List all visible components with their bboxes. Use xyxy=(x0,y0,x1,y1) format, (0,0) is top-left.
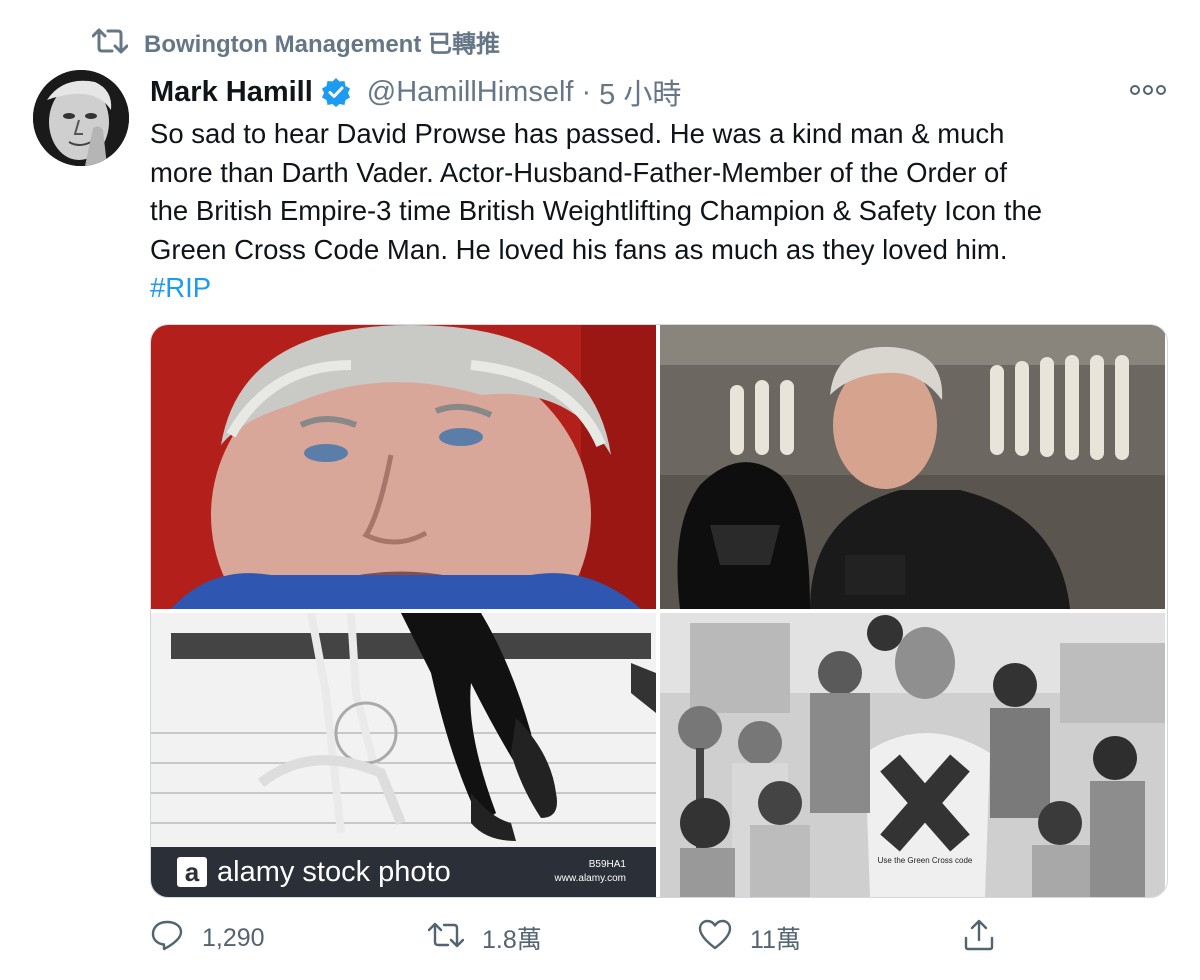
media-grid: a alamy stock photo B59HA1 www.alamy.com… xyxy=(150,324,1168,898)
reply-button[interactable]: 1,290 xyxy=(150,918,265,959)
share-button[interactable] xyxy=(962,918,996,959)
action-bar: 1,290 1.8萬 11萬 xyxy=(150,916,1010,960)
author-name[interactable]: Mark Hamill xyxy=(150,76,313,109)
retweet-banner-text[interactable]: Bowington Management 已轉推 xyxy=(144,24,500,59)
like-count: 11萬 xyxy=(750,926,801,954)
photo-1[interactable] xyxy=(151,325,656,609)
photo-4[interactable]: Use the Green Cross code xyxy=(660,613,1165,897)
retweet-action-icon xyxy=(427,920,465,957)
like-button[interactable]: 11萬 xyxy=(698,919,801,958)
alamy-meta: B59HA1 www.alamy.com xyxy=(555,858,627,886)
avatar[interactable] xyxy=(33,70,129,166)
hashtag-link[interactable]: #RIP xyxy=(150,272,211,303)
more-options-icon[interactable] xyxy=(1124,76,1172,104)
retweet-icon xyxy=(92,26,128,56)
alamy-logo: a xyxy=(177,857,207,887)
author-handle[interactable]: @HamillHimself xyxy=(367,76,574,109)
share-icon xyxy=(962,918,996,959)
tweet-header: Mark Hamill @HamillHimself · 5 小時 xyxy=(150,70,1100,114)
retweet-button[interactable]: 1.8萬 xyxy=(427,920,542,957)
verified-badge-icon xyxy=(321,77,351,107)
photo-2[interactable] xyxy=(660,325,1165,609)
alamy-text: alamy stock photo xyxy=(217,855,451,888)
retweet-count: 1.8萬 xyxy=(482,926,542,954)
reply-count: 1,290 xyxy=(202,923,265,952)
retweet-banner: Bowington Management 已轉推 xyxy=(92,24,500,58)
separator-dot: · xyxy=(581,75,592,108)
alamy-id: B59HA1 xyxy=(588,859,626,870)
photo-3[interactable]: a alamy stock photo B59HA1 www.alamy.com xyxy=(151,613,656,897)
reply-icon xyxy=(150,918,184,959)
shirt-text: Use the Green Cross code xyxy=(878,856,973,865)
alamy-watermark: a alamy stock photo B59HA1 www.alamy.com xyxy=(151,847,656,897)
tweet-body: So sad to hear David Prowse has passed. … xyxy=(150,118,1043,265)
heart-icon xyxy=(698,919,732,958)
alamy-url: www.alamy.com xyxy=(554,873,627,884)
tweet-text: So sad to hear David Prowse has passed. … xyxy=(150,115,1175,308)
timestamp[interactable]: 5 小時 xyxy=(599,71,681,113)
